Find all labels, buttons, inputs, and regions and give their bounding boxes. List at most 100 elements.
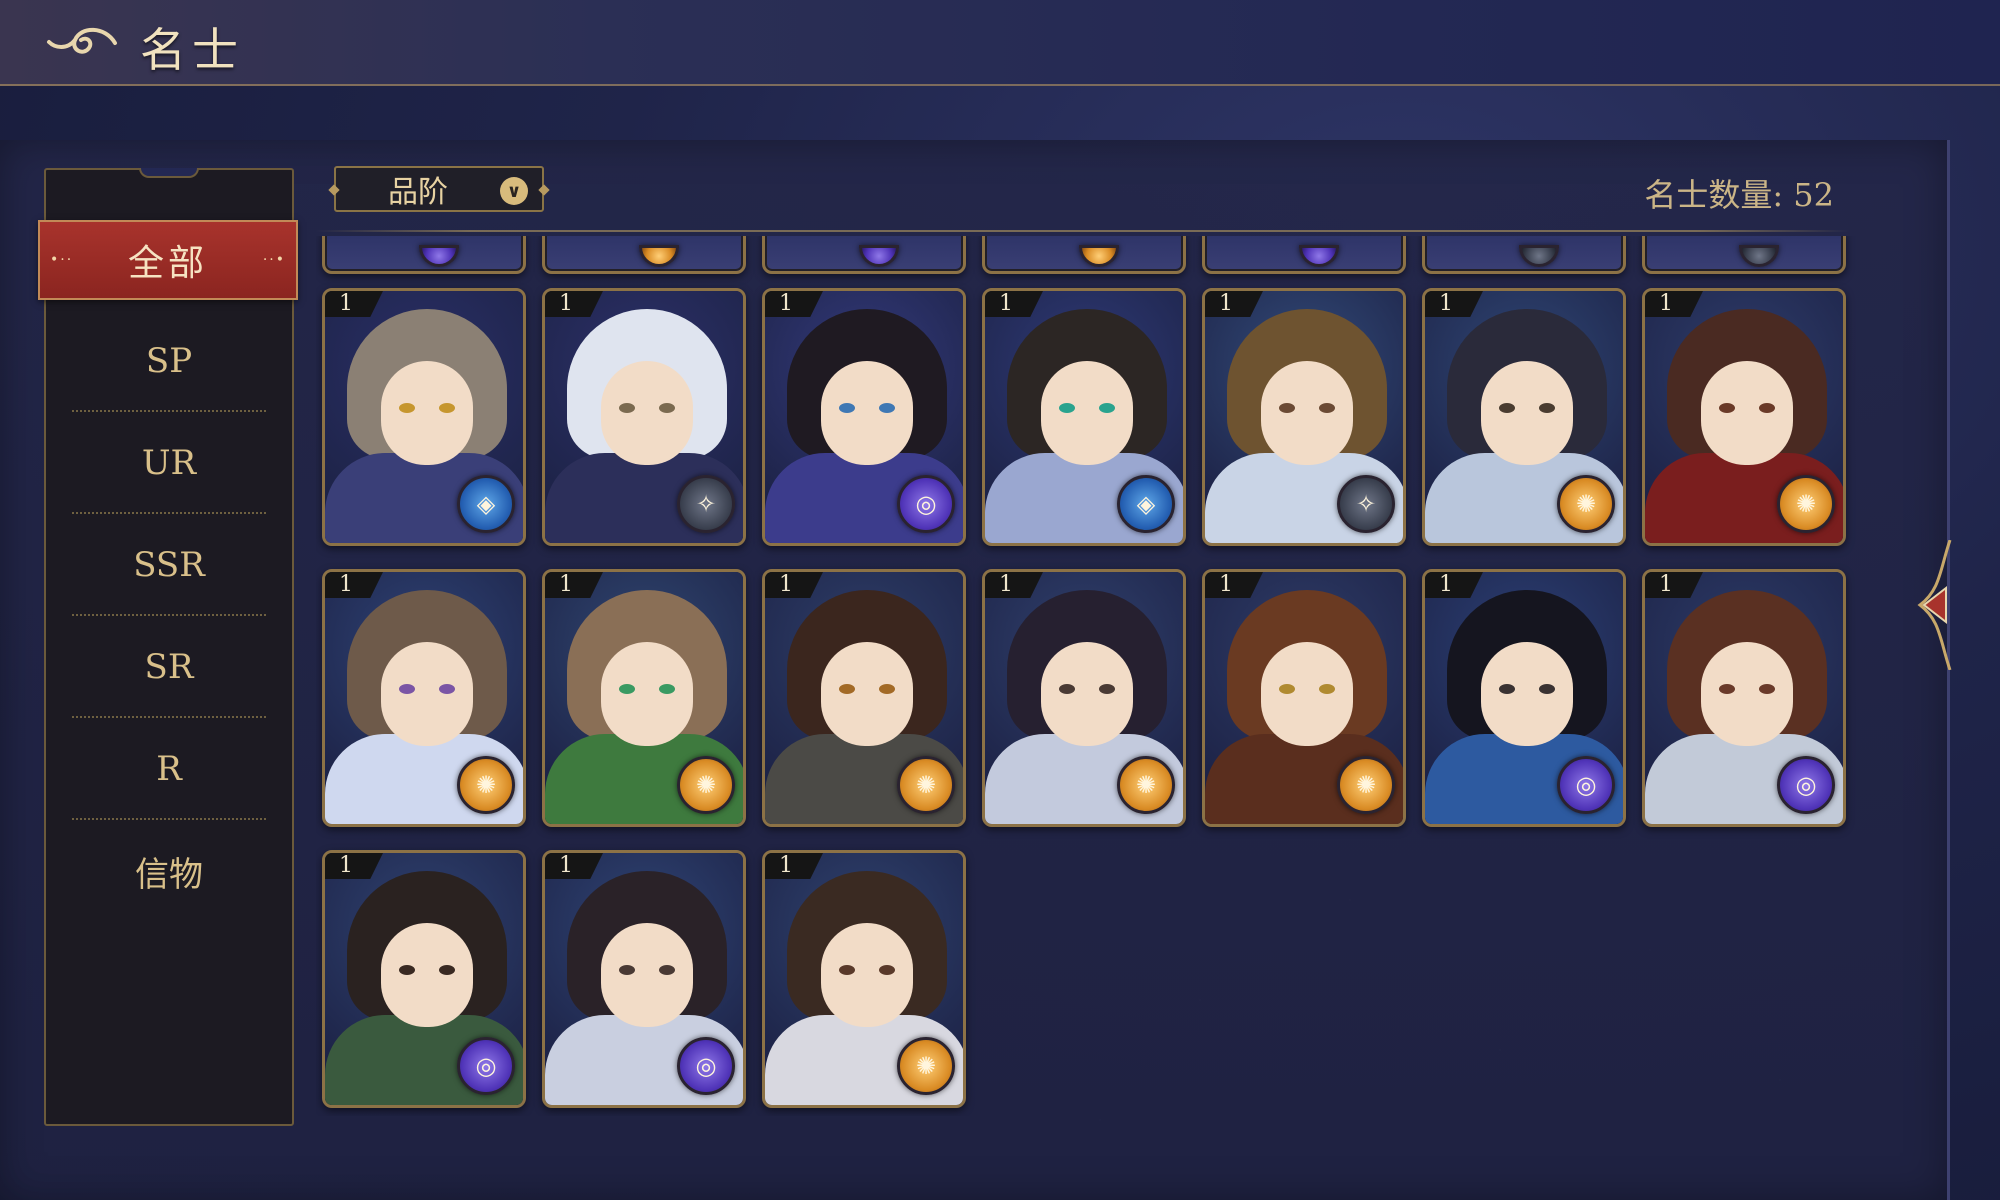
portrait-face (1041, 642, 1133, 746)
sidebar-item-label: R (156, 749, 182, 789)
rarity-badge-icon: ◎ (1777, 756, 1835, 814)
portrait-eye (1759, 684, 1775, 694)
portrait-eye (1759, 403, 1775, 413)
sidebar-item-label: 信物 (135, 854, 203, 895)
portrait-face (1481, 361, 1573, 465)
portrait-eye (1059, 403, 1075, 413)
character-card[interactable]: 1 ◈ (322, 288, 526, 546)
sidebar-item-sp[interactable]: SP (72, 310, 266, 412)
rarity-badge-icon: ✺ (897, 1037, 955, 1095)
rarity-badge-icon: ✺ (1117, 756, 1175, 814)
rarity-badge-icon: ◈ (457, 475, 515, 533)
rarity-badge-icon: ◎ (677, 1037, 735, 1095)
rarity-badge-icon (1079, 245, 1119, 267)
portrait-eye (1719, 403, 1735, 413)
character-card[interactable]: 1 ◎ (322, 850, 526, 1108)
character-card-partial[interactable] (982, 236, 1186, 274)
portrait-face (821, 923, 913, 1027)
portrait-face (1261, 642, 1353, 746)
character-card[interactable]: 1 ◎ (762, 288, 966, 546)
portrait-eye (1319, 403, 1335, 413)
portrait-eye (879, 965, 895, 975)
portrait-face (1701, 361, 1793, 465)
portrait-face (821, 361, 913, 465)
portrait-eye (399, 965, 415, 975)
sidebar-notch-ornament (139, 168, 199, 178)
sidebar-item-sr[interactable]: SR (72, 616, 266, 718)
rarity-badge-icon (1519, 245, 1559, 267)
character-card-partial[interactable] (1642, 236, 1846, 274)
page-title: 名士 (140, 23, 244, 77)
portrait-eye (1499, 403, 1515, 413)
portrait-eye (879, 684, 895, 694)
filter-label: 品阶 (388, 175, 448, 210)
sidebar-item-label: 全部 (127, 243, 208, 284)
rarity-badge-icon (859, 245, 899, 267)
rarity-badge-icon: ✺ (677, 756, 735, 814)
rarity-badge-icon: ✺ (1557, 475, 1615, 533)
character-card[interactable]: 1 ✺ (762, 850, 966, 1108)
character-card[interactable]: 1 ✺ (322, 569, 526, 827)
portrait-eye (439, 965, 455, 975)
character-card-partial[interactable] (322, 236, 526, 274)
rarity-badge-icon: ✺ (1337, 756, 1395, 814)
portrait-eye (1279, 403, 1295, 413)
sidebar-item-ssr[interactable]: SSR (72, 514, 266, 616)
character-card[interactable]: 1 ✧ (542, 288, 746, 546)
portrait-face (381, 923, 473, 1027)
character-card[interactable]: 1 ◎ (1642, 569, 1846, 827)
sidebar-item-all[interactable]: •·· 全部 ··• (38, 220, 298, 300)
character-card-partial[interactable] (1202, 236, 1406, 274)
rank-filter-dropdown[interactable]: 品阶 ∨ (328, 166, 550, 212)
portrait-eye (1099, 684, 1115, 694)
portrait-eye (839, 965, 855, 975)
portrait-face (1041, 361, 1133, 465)
collapse-arrow-tab[interactable] (1910, 540, 1960, 670)
sidebar-item-label: SSR (133, 545, 205, 585)
character-card-partial[interactable] (1422, 236, 1626, 274)
portrait-face (1481, 642, 1573, 746)
character-card[interactable]: 1 ✺ (1642, 288, 1846, 546)
character-grid[interactable]: 1 ◈ 1 ✧ 1 ◎ 1 ◈ 1 ✧ 1 ✺ 1 ✺ 1 ✺ 1 ✺ 1 ✺ 1 ✺ 1 ✺ 1 ◎ 1 ◎ 1 ◎ 1 ◎ 1 ✺ (316, 236, 1856, 1116)
sidebar-item-r[interactable]: R (72, 718, 266, 820)
rarity-badge-icon: ◈ (1117, 475, 1175, 533)
character-card[interactable]: 1 ◎ (542, 850, 746, 1108)
sidebar-item-tokens[interactable]: 信物 (72, 820, 266, 922)
portrait-eye (1499, 684, 1515, 694)
rarity-badge-icon (419, 245, 459, 267)
rarity-badge-icon: ✺ (1777, 475, 1835, 533)
portrait-face (601, 361, 693, 465)
portrait-eye (1539, 684, 1555, 694)
portrait-face (1261, 361, 1353, 465)
portrait-eye (659, 684, 675, 694)
sidebar-item-ur[interactable]: UR (72, 412, 266, 514)
portrait-eye (1279, 684, 1295, 694)
sidebar-item-label: SP (145, 341, 193, 381)
character-card[interactable]: 1 ✧ (1202, 288, 1406, 546)
character-card-partial[interactable] (762, 236, 966, 274)
character-card[interactable]: 1 ◎ (1422, 569, 1626, 827)
portrait-face (821, 642, 913, 746)
portrait-face (601, 642, 693, 746)
character-card-partial[interactable] (542, 236, 746, 274)
rarity-badge-icon (1299, 245, 1339, 267)
portrait-eye (619, 403, 635, 413)
back-swirl-icon[interactable] (45, 20, 125, 66)
ornament-dots-right: ··• (262, 252, 286, 268)
character-card[interactable]: 1 ✺ (1202, 569, 1406, 827)
character-card[interactable]: 1 ✺ (1422, 288, 1626, 546)
rarity-badge-icon: ✧ (1337, 475, 1395, 533)
character-card[interactable]: 1 ✺ (982, 569, 1186, 827)
character-card[interactable]: 1 ✺ (762, 569, 966, 827)
character-count: 名士数量: 52 (1644, 176, 1834, 214)
portrait-eye (879, 403, 895, 413)
sidebar-item-label: SR (144, 647, 194, 687)
rarity-badge-icon: ✺ (457, 756, 515, 814)
character-card[interactable]: 1 ◈ (982, 288, 1186, 546)
portrait-eye (1059, 684, 1075, 694)
character-card[interactable]: 1 ✺ (542, 569, 746, 827)
rarity-badge-icon: ◎ (897, 475, 955, 533)
header-divider (316, 230, 1850, 232)
rarity-badge-icon: ✧ (677, 475, 735, 533)
portrait-face (381, 361, 473, 465)
